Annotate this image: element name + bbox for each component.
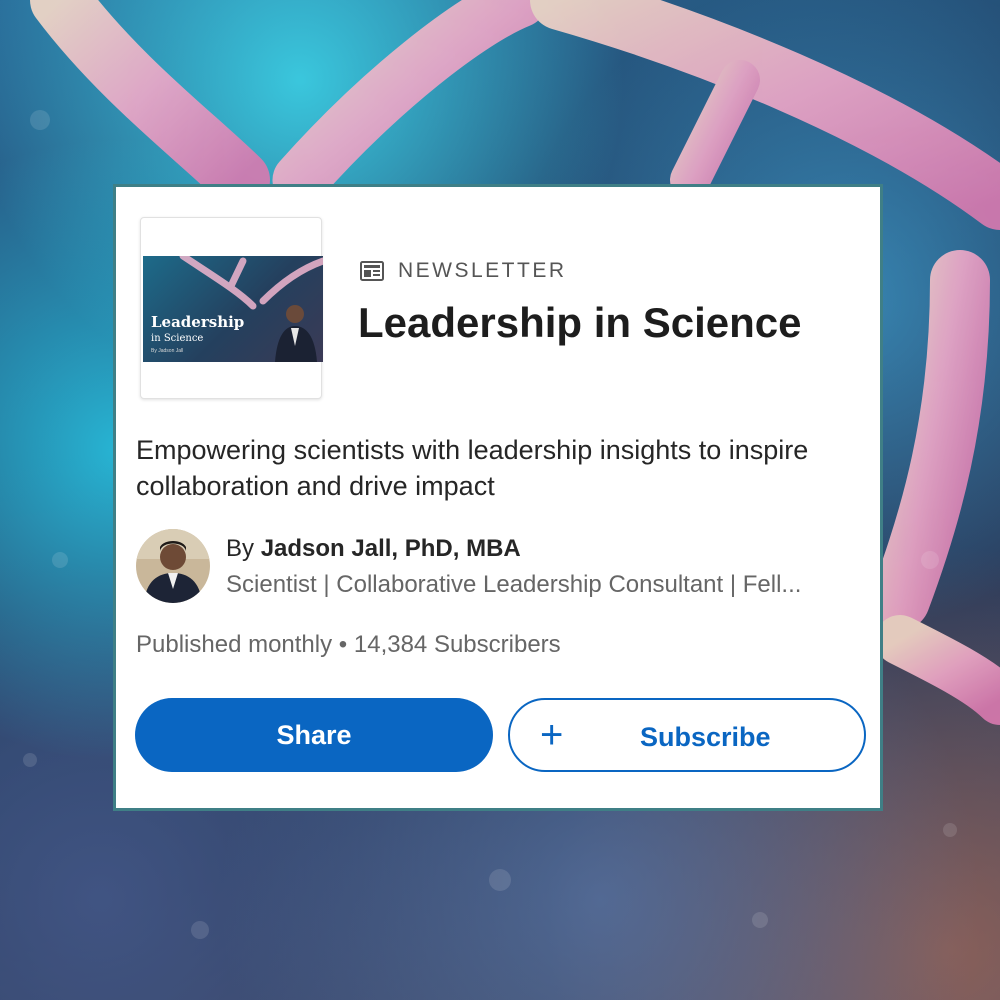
thumbnail-subtitle: in Science <box>151 333 204 344</box>
author-name[interactable]: Jadson Jall, PhD, MBA <box>261 535 521 562</box>
newsletter-description: Empowering scientists with leadership in… <box>136 435 809 501</box>
by-prefix: By <box>226 535 255 562</box>
newsletter-type-text: NEWSLETTER <box>398 259 567 282</box>
subscriber-count: 14,384 Subscribers <box>353 631 561 658</box>
author-avatar[interactable] <box>136 529 210 603</box>
thumbnail-title: Leadership <box>151 313 245 331</box>
author-headline: Scientist | Collaborative Leadership Con… <box>226 571 802 598</box>
newsletter-title[interactable]: Leadership in Science <box>358 299 802 347</box>
subscribe-button-label: Subscribe <box>640 722 771 752</box>
newsletter-card: Leadership in Science By Jadson Jall NEW… <box>113 184 883 811</box>
newsletter-thumbnail[interactable]: Leadership in Science By Jadson Jall <box>140 217 323 399</box>
subscribe-button[interactable]: + Subscribe <box>508 698 866 772</box>
newsletter-stats: Published monthly • 14,384 Subscribers <box>136 631 561 659</box>
share-button[interactable]: Share <box>135 698 493 772</box>
newsletter-type-label: NEWSLETTER <box>360 259 567 283</box>
newspaper-icon <box>360 261 384 281</box>
thumbnail-cover-image: Leadership in Science By Jadson Jall <box>143 256 323 362</box>
stats-separator: • <box>338 631 348 658</box>
share-button-label: Share <box>276 719 352 750</box>
plus-icon: + <box>540 713 564 757</box>
thumbnail-byline: By Jadson Jall <box>151 348 184 354</box>
author-byline: By Jadson Jall, PhD, MBA <box>226 535 521 563</box>
publish-frequency: Published monthly <box>136 631 333 658</box>
